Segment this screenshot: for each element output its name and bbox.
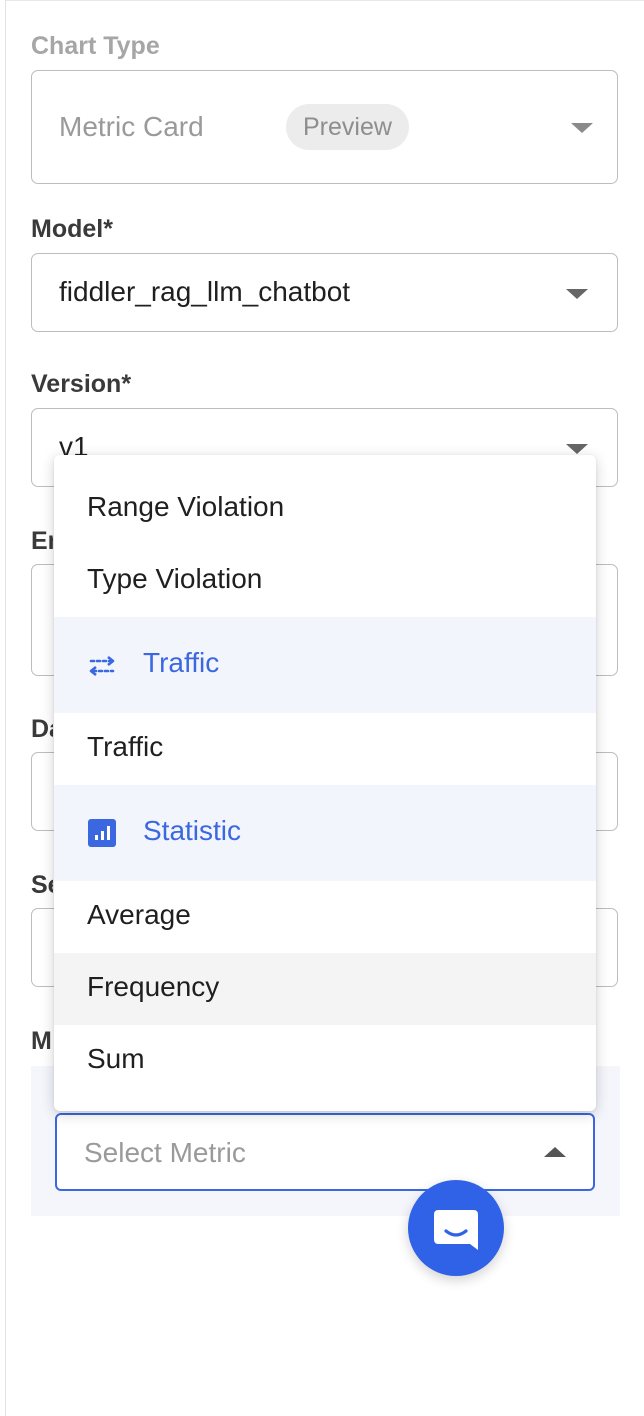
menu-option-label: Type Violation — [87, 563, 263, 594]
chevron-down-icon — [571, 123, 593, 133]
menu-option-label: Sum — [87, 1043, 145, 1074]
menu-option-sum[interactable]: Sum — [54, 1025, 596, 1097]
menu-group-traffic: Traffic — [54, 617, 596, 713]
bar-chart-icon — [88, 819, 116, 847]
chart-type-value: Metric Card — [59, 111, 204, 142]
metric-placeholder: Select Metric — [84, 1137, 246, 1168]
chart-type-label: Chart Type — [31, 32, 160, 60]
chat-bubble-icon — [434, 1210, 478, 1250]
menu-option-traffic[interactable]: Traffic — [54, 713, 596, 785]
arrows-swap-icon — [89, 655, 115, 677]
metric-dropdown-menu: Range Violation Type Violation Traffic T… — [54, 455, 596, 1111]
menu-option-range-violation[interactable]: Range Violation — [54, 473, 596, 545]
version-label: Version* — [31, 370, 132, 398]
segment-label: Se — [31, 871, 53, 899]
menu-group-statistic: Statistic — [54, 785, 596, 881]
menu-option-label: Average — [87, 899, 191, 930]
chart-type-select[interactable]: Metric Card Preview — [31, 70, 618, 184]
menu-option-frequency[interactable]: Frequency — [54, 953, 596, 1025]
chevron-up-icon — [544, 1147, 566, 1157]
environment-label: En — [31, 527, 53, 555]
model-select[interactable]: fiddler_rag_llm_chatbot — [31, 253, 618, 332]
left-divider — [5, 0, 6, 1416]
menu-option-label: Range Violation — [87, 491, 285, 522]
menu-option-average[interactable]: Average — [54, 881, 596, 953]
chat-launcher-button[interactable] — [408, 1180, 504, 1276]
chevron-down-icon — [566, 289, 588, 299]
menu-option-label: Frequency — [87, 971, 220, 1002]
menu-group-label: Traffic — [143, 647, 220, 678]
dataset-label: Da — [31, 715, 53, 743]
menu-option-type-violation[interactable]: Type Violation — [54, 545, 596, 617]
metric-label: M — [31, 1027, 52, 1055]
metric-select[interactable]: Select Metric — [55, 1113, 595, 1191]
model-value: fiddler_rag_llm_chatbot — [59, 276, 351, 307]
menu-group-label: Statistic — [143, 815, 242, 846]
model-label: Model* — [31, 215, 113, 243]
top-divider — [5, 0, 644, 1]
preview-badge: Preview — [286, 104, 409, 150]
chevron-down-icon — [566, 444, 588, 454]
menu-option-label: Traffic — [87, 731, 164, 762]
